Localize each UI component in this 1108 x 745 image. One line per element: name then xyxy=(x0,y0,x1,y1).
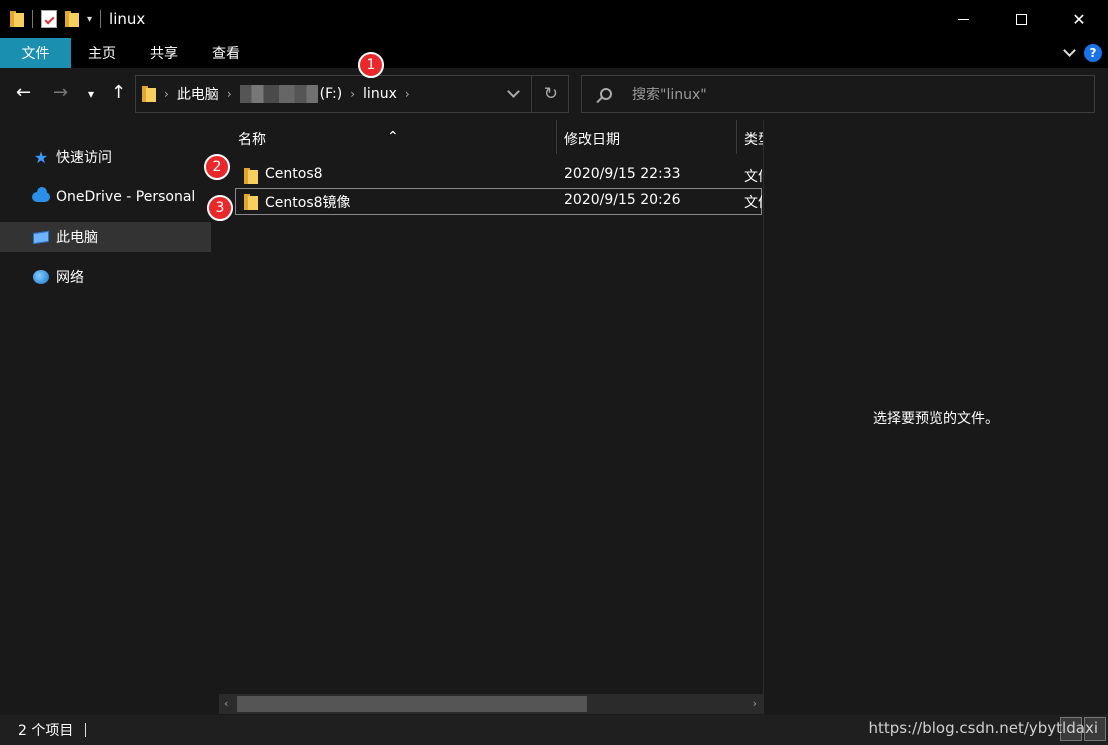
status-divider xyxy=(85,723,87,737)
sidebar-item-onedrive[interactable]: OneDrive - Personal xyxy=(0,182,211,212)
chevron-right-icon[interactable]: › xyxy=(227,87,232,101)
breadcrumb-drive[interactable]: (F:) xyxy=(320,76,343,112)
watermark: https://blog.csdn.net/ybytldaxi xyxy=(868,719,1098,737)
window-title: linux xyxy=(109,10,146,28)
folder-icon xyxy=(10,11,24,27)
expand-ribbon-icon[interactable] xyxy=(1063,44,1076,57)
redacted-drive-label xyxy=(239,85,318,103)
chevron-right-icon[interactable]: › xyxy=(350,87,355,101)
sidebar-item-quick-access[interactable]: ★ 快速访问 xyxy=(0,142,211,172)
annotation-badge: 3 xyxy=(207,195,233,221)
sidebar-item-network[interactable]: 网络 xyxy=(0,262,211,292)
scroll-left-icon[interactable]: ‹ xyxy=(224,697,228,710)
close-button[interactable]: ✕ xyxy=(1050,0,1108,38)
maximize-icon xyxy=(1015,13,1027,25)
help-icon[interactable]: ? xyxy=(1084,44,1102,62)
column-header-date[interactable]: 修改日期 xyxy=(564,129,620,149)
address-history-icon[interactable] xyxy=(507,85,520,98)
tab-file[interactable]: 文件 xyxy=(0,38,71,68)
minimize-icon xyxy=(957,18,969,20)
breadcrumb-this-pc[interactable]: 此电脑 xyxy=(177,76,219,112)
new-folder-icon[interactable] xyxy=(65,11,79,27)
refresh-icon[interactable]: ↻ xyxy=(544,84,558,104)
minimize-button[interactable] xyxy=(934,0,992,38)
sidebar-item-label: 网络 xyxy=(56,270,84,286)
tab-view[interactable]: 查看 xyxy=(195,38,257,68)
sidebar-item-label: 快速访问 xyxy=(56,150,112,166)
window-controls: ✕ xyxy=(934,0,1108,38)
folder-icon xyxy=(142,86,156,102)
file-list: ⌃ 名称 修改日期 类型 Centos8 2020/9/15 22:33 文件夹… xyxy=(213,120,763,715)
toolbar-divider xyxy=(100,10,102,28)
ribbon-right-controls: ? xyxy=(1063,38,1102,68)
scrollbar-thumb[interactable] xyxy=(237,696,587,712)
network-icon xyxy=(32,270,50,284)
tab-home[interactable]: 主页 xyxy=(71,38,133,68)
annotation-badge: 2 xyxy=(204,154,230,180)
chevron-right-icon[interactable]: › xyxy=(164,87,169,101)
navigation-bar: ← → ▾ ↑ › 此电脑 › (F:) › linux › ↻ 搜索"linu… xyxy=(0,68,1108,120)
breadcrumb-linux[interactable]: linux xyxy=(363,76,397,112)
column-headers: ⌃ 名称 修改日期 类型 xyxy=(213,120,763,154)
column-divider[interactable] xyxy=(556,120,557,154)
toolbar-divider xyxy=(32,10,33,28)
title-bar: ▾ linux ✕ xyxy=(0,0,1108,38)
address-bar[interactable]: › 此电脑 › (F:) › linux › ↻ xyxy=(135,75,569,113)
maximize-button[interactable] xyxy=(992,0,1050,38)
tab-share[interactable]: 共享 xyxy=(133,38,195,68)
column-divider[interactable] xyxy=(736,120,737,154)
star-icon: ★ xyxy=(33,147,49,167)
scroll-right-icon[interactable]: › xyxy=(753,697,757,710)
file-date: 2020/9/15 20:26 xyxy=(564,192,681,208)
item-count: 2 个项目 xyxy=(18,723,74,739)
address-divider xyxy=(531,76,532,112)
ribbon-tabs: 文件 主页 共享 查看 ? xyxy=(0,38,1108,68)
customize-toolbar-icon[interactable]: ▾ xyxy=(87,14,92,25)
back-arrow-icon[interactable]: ← xyxy=(16,82,31,103)
sidebar-item-label: OneDrive - Personal xyxy=(56,189,196,205)
forward-arrow-icon[interactable]: → xyxy=(53,82,68,103)
up-arrow-icon[interactable]: ↑ xyxy=(111,82,126,103)
preview-message: 选择要预览的文件。 xyxy=(873,411,999,427)
recent-locations-icon[interactable]: ▾ xyxy=(88,87,94,101)
table-row[interactable]: Centos8镜像 2020/9/15 20:26 文件夹 xyxy=(235,188,762,215)
folder-icon xyxy=(244,168,258,184)
table-row[interactable]: Centos8 2020/9/15 22:33 文件夹 xyxy=(235,162,762,189)
file-date: 2020/9/15 22:33 xyxy=(564,166,681,182)
chevron-right-icon[interactable]: › xyxy=(405,87,410,101)
search-box[interactable]: 搜索"linux" xyxy=(581,75,1095,113)
status-bar: 2 个项目 https://blog.csdn.net/ybytldaxi xyxy=(0,715,1108,745)
search-placeholder: 搜索"linux" xyxy=(632,87,707,103)
navigation-pane: ★ 快速访问 OneDrive - Personal 此电脑 网络 xyxy=(0,120,213,715)
sort-ascending-icon: ⌃ xyxy=(387,129,399,145)
sidebar-item-this-pc[interactable]: 此电脑 xyxy=(0,222,211,252)
annotation-badge: 1 xyxy=(358,52,384,78)
quick-access-toolbar: ▾ xyxy=(0,0,102,38)
computer-icon xyxy=(32,230,50,244)
file-type: 文件夹 xyxy=(744,195,762,211)
properties-icon[interactable] xyxy=(41,10,57,28)
file-name: Centos8 xyxy=(265,166,323,182)
column-header-name[interactable]: 名称 xyxy=(238,129,266,149)
preview-pane: 选择要预览的文件。 xyxy=(763,120,1108,715)
cloud-icon xyxy=(32,187,50,202)
sidebar-item-label: 此电脑 xyxy=(56,230,98,246)
folder-icon xyxy=(244,194,258,210)
search-icon xyxy=(600,88,612,100)
file-name: Centos8镜像 xyxy=(265,195,351,211)
file-type: 文件夹 xyxy=(744,169,762,185)
horizontal-scrollbar[interactable]: ‹ › xyxy=(219,694,763,714)
column-header-type[interactable]: 类型 xyxy=(744,129,763,149)
close-icon: ✕ xyxy=(1072,9,1086,29)
